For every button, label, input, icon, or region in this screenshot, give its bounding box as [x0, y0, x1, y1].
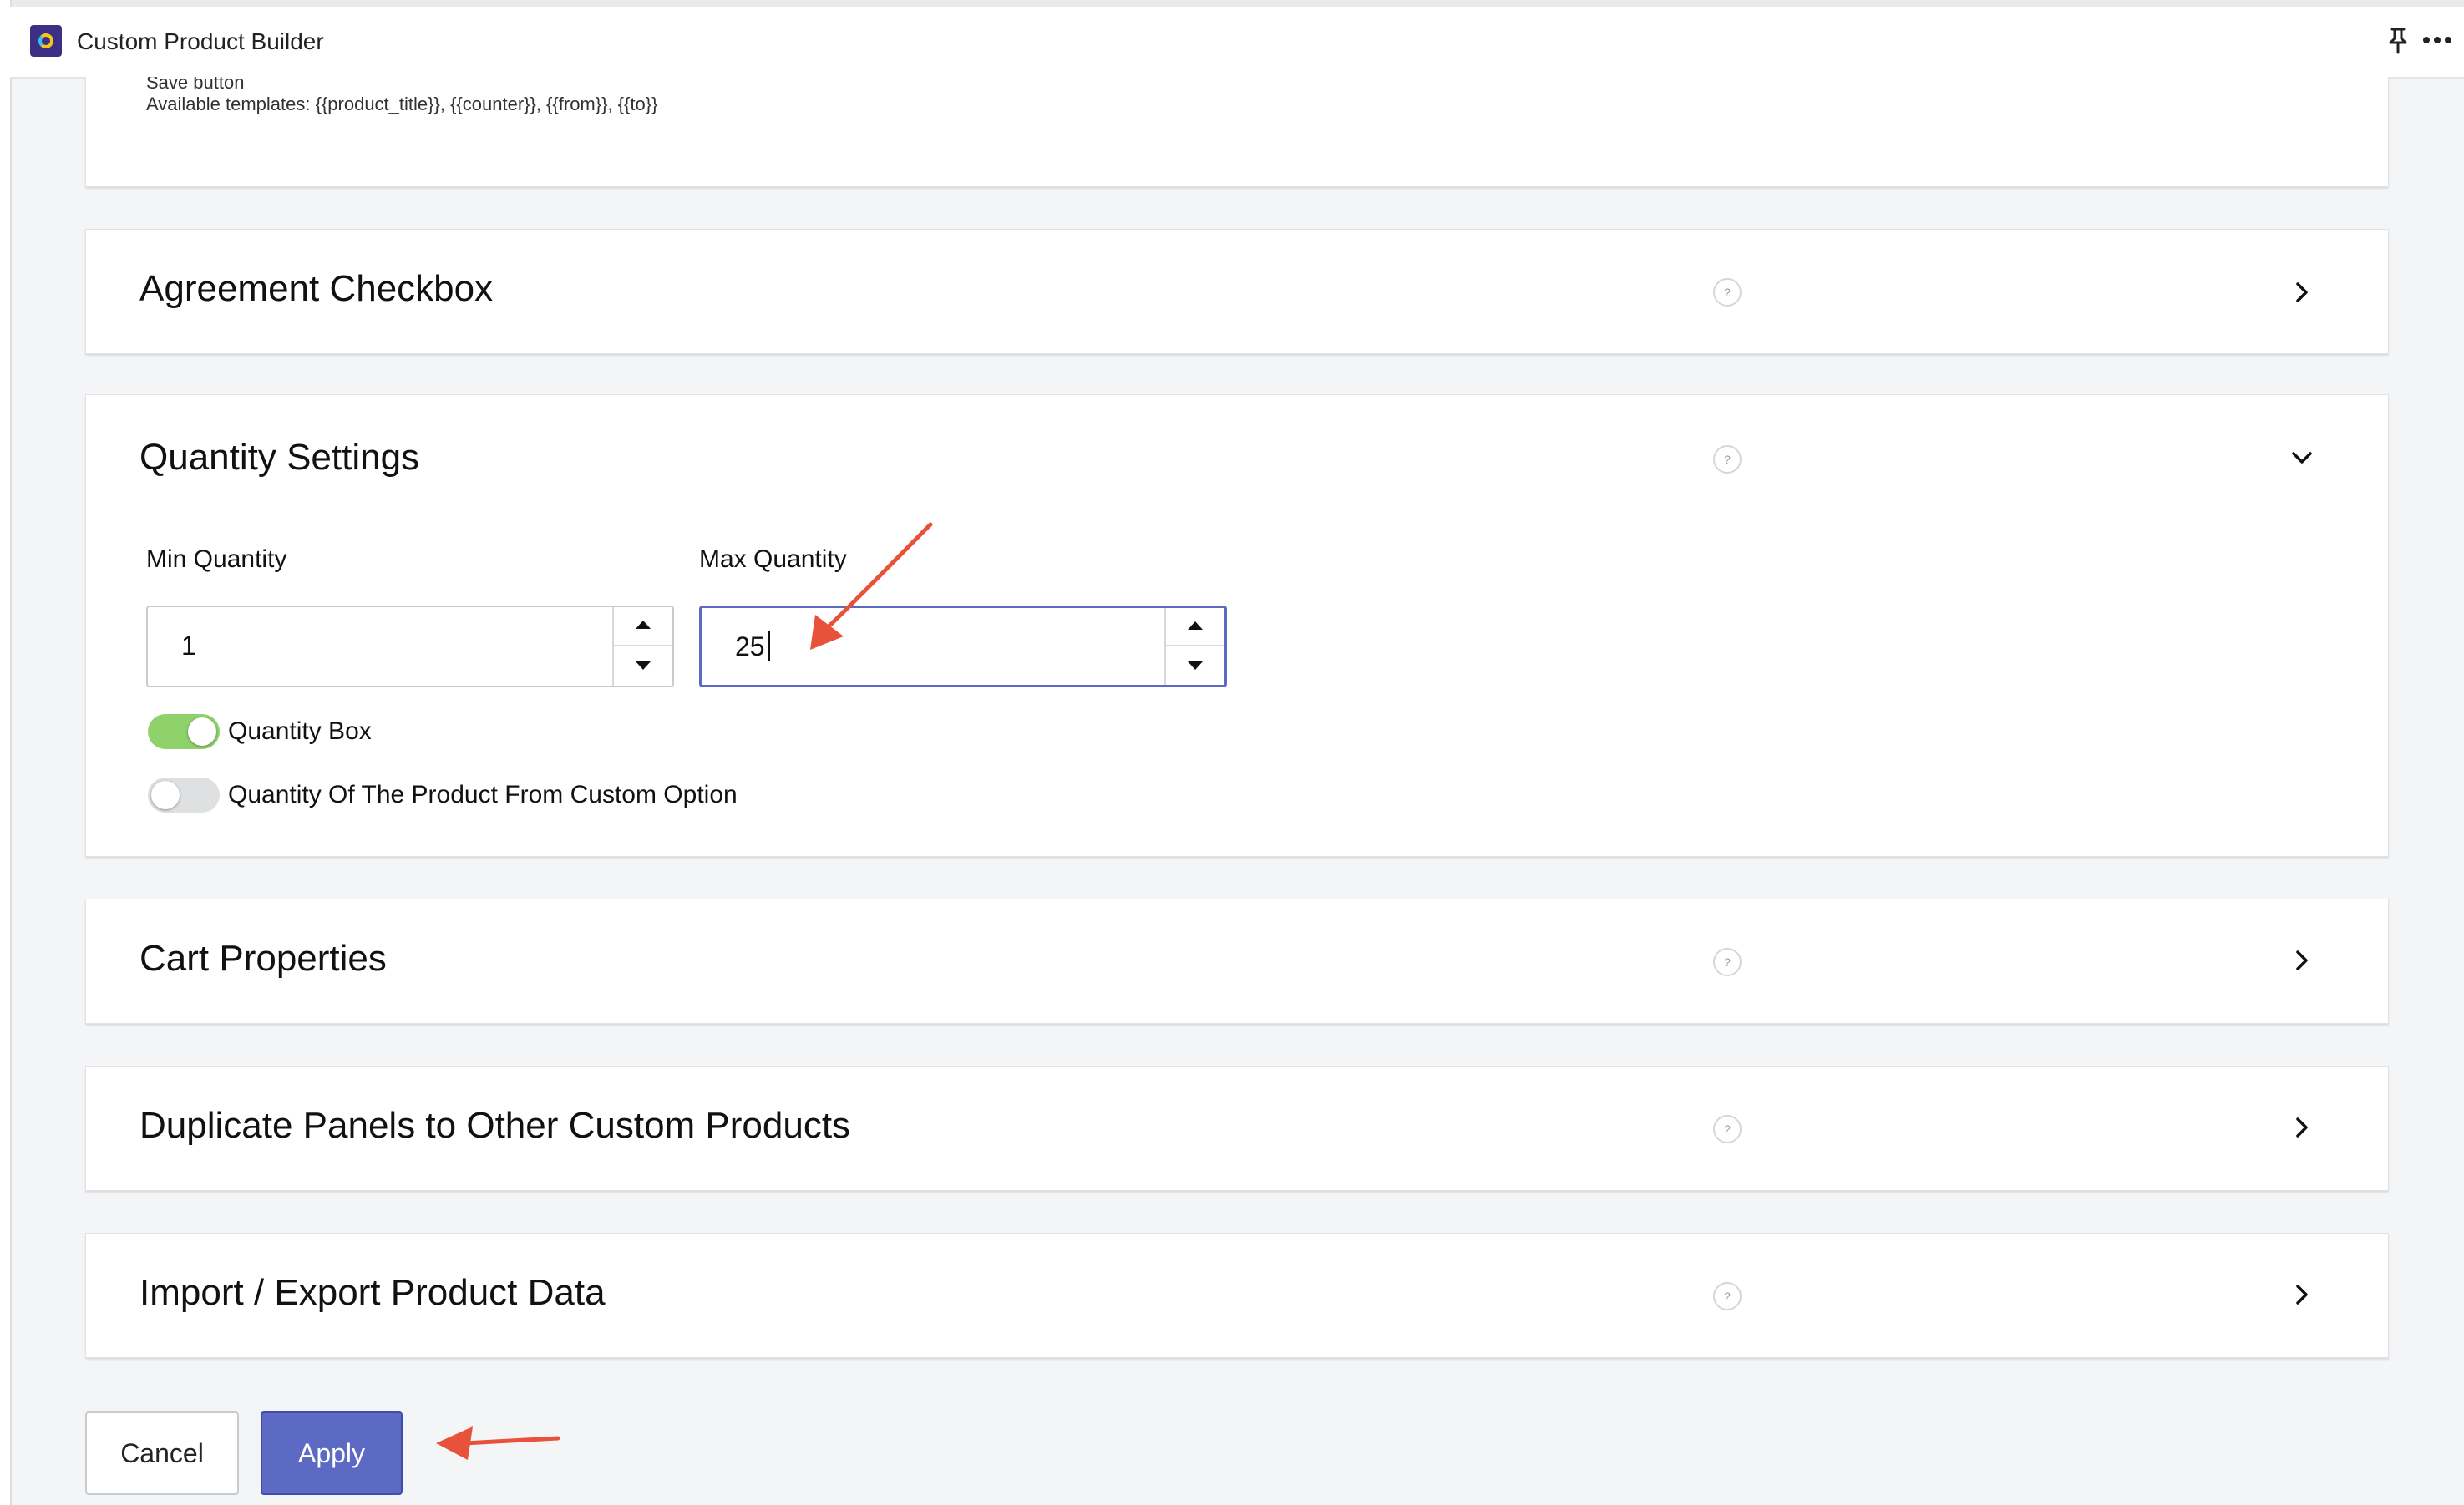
- annotation-arrow-max-quantity: [810, 522, 933, 650]
- annotation-arrow-apply: [436, 1426, 560, 1460]
- annotation-arrows: [436, 522, 933, 1460]
